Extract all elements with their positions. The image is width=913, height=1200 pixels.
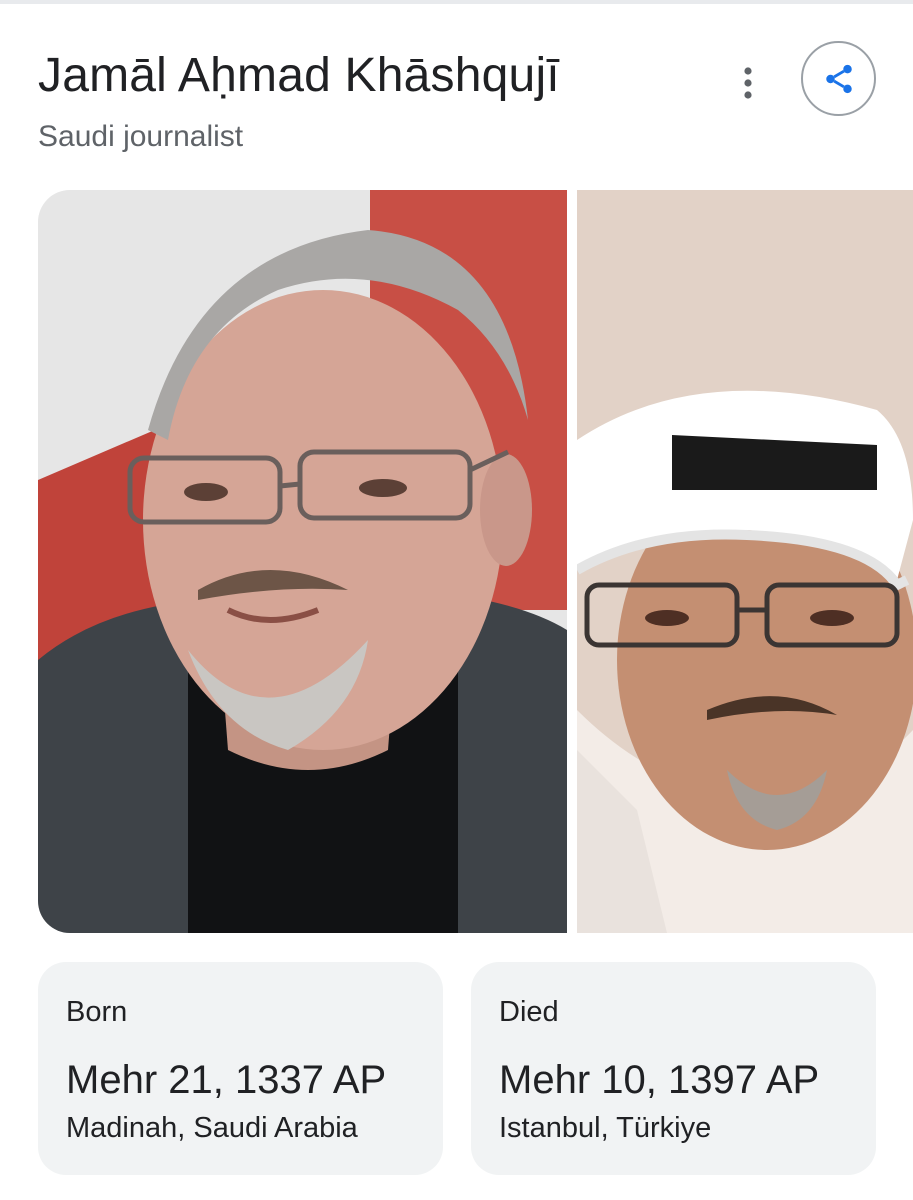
born-label: Born — [66, 996, 128, 1028]
died-date: Mehr 10, 1397 AP — [499, 1058, 820, 1102]
born-date: Mehr 21, 1337 AP — [66, 1058, 387, 1102]
top-divider — [0, 0, 913, 4]
born-card[interactable]: Born Mehr 21, 1337 AP Madinah, Saudi Ara… — [38, 962, 443, 1175]
portrait-photo-1 — [38, 190, 567, 933]
died-card[interactable]: Died Mehr 10, 1397 AP Istanbul, Türkiye — [471, 962, 876, 1175]
died-label: Died — [499, 996, 559, 1028]
entity-subtitle: Saudi journalist — [38, 120, 244, 153]
died-place: Istanbul, Türkiye — [499, 1112, 712, 1144]
born-place: Madinah, Saudi Arabia — [66, 1112, 358, 1144]
share-button[interactable] — [801, 41, 876, 116]
portrait-photo-2 — [577, 190, 913, 933]
entity-title: Jamāl Aḥmad Khāshqujī — [38, 49, 560, 102]
more-vert-icon — [744, 67, 752, 99]
more-options-button[interactable] — [726, 58, 770, 108]
image-thumbnail-2[interactable] — [577, 190, 913, 933]
image-thumbnail-1[interactable] — [38, 190, 567, 933]
share-icon — [825, 64, 852, 93]
